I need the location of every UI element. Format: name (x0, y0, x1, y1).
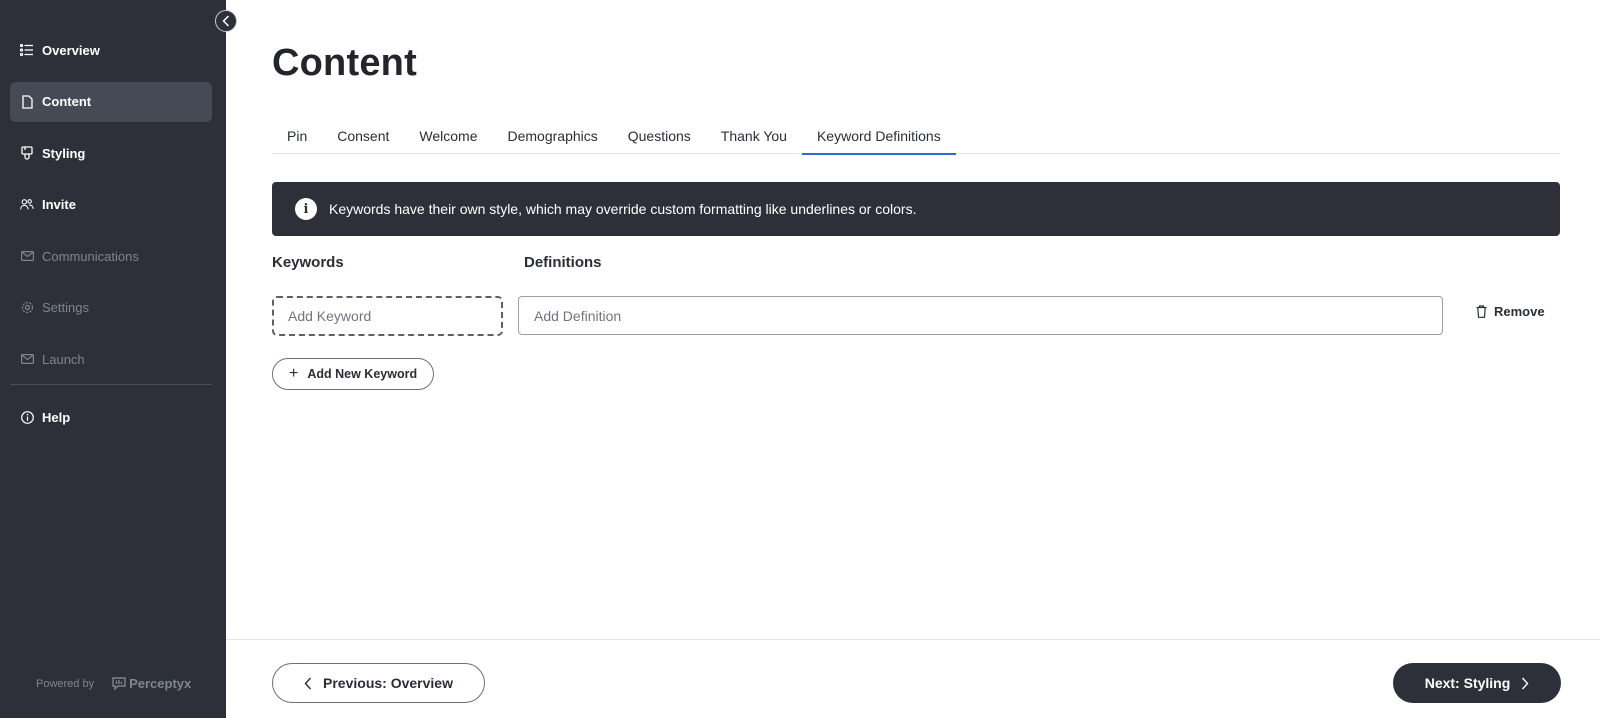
sidebar-item-label: Content (42, 94, 92, 109)
next-button-label: Next: Styling (1424, 675, 1511, 691)
sidebar-item-label: Styling (42, 145, 86, 161)
page-title: Content (272, 42, 417, 84)
keyword-input[interactable] (272, 296, 503, 336)
sidebar-item-styling[interactable]: Styling (10, 133, 212, 173)
brand-logo: Perceptyx (112, 676, 191, 691)
tab-keyword-definitions[interactable]: Keyword Definitions (801, 118, 956, 155)
plus-icon: + (289, 365, 299, 382)
tab-questions[interactable]: Questions (613, 118, 706, 154)
document-icon (20, 94, 34, 109)
sidebar-item-overview[interactable]: Overview (10, 30, 212, 70)
previous-button-label: Previous: Overview (323, 675, 453, 691)
sidebar-item-settings[interactable]: Settings (10, 288, 212, 328)
sidebar-item-communications[interactable]: Communications (10, 236, 212, 276)
trash-icon (1476, 305, 1487, 318)
sidebar-item-content[interactable]: Content (10, 81, 212, 122)
collapse-sidebar-button[interactable] (215, 10, 237, 32)
powered-by: Powered by Perceptyx (36, 676, 191, 691)
sidebar-nav: Overview Content Styling Invite Communic… (10, 30, 212, 391)
tab-welcome[interactable]: Welcome (404, 118, 492, 154)
sidebar-item-label: Communications (42, 248, 139, 264)
content-tabs: Pin Consent Welcome Demographics Questio… (272, 118, 1560, 155)
sidebar-item-label: Settings (42, 300, 89, 315)
mail-icon (20, 352, 34, 366)
powered-by-text: Powered by (36, 677, 95, 690)
sidebar-item-invite[interactable]: Invite (10, 185, 212, 225)
tab-thank-you[interactable]: Thank You (706, 118, 802, 154)
info-circle-icon (20, 410, 34, 424)
info-banner: i Keywords have their own style, which m… (272, 182, 1560, 236)
chevron-left-icon (222, 15, 230, 27)
sidebar-item-help[interactable]: Help (10, 397, 212, 437)
info-banner-text: Keywords have their own style, which may… (329, 201, 917, 217)
chevron-right-icon (1522, 677, 1529, 689)
mail-icon (20, 249, 34, 263)
tab-pin[interactable]: Pin (272, 118, 322, 154)
remove-label: Remove (1494, 304, 1545, 319)
perceptyx-logo-icon (112, 677, 126, 690)
sidebar: Overview Content Styling Invite Communic… (0, 0, 226, 718)
previous-button[interactable]: Previous: Overview (272, 663, 485, 703)
sidebar-item-label: Overview (42, 42, 100, 58)
users-icon (20, 198, 34, 212)
add-new-keyword-button[interactable]: + Add New Keyword (272, 358, 435, 390)
gear-icon (20, 301, 34, 315)
add-new-keyword-label: Add New Keyword (307, 367, 418, 381)
sidebar-item-label: Launch (42, 351, 85, 367)
sidebar-divider (10, 384, 212, 385)
main-content: Content Pin Consent Welcome Demographics… (226, 0, 1600, 718)
definitions-column-header: Definitions (524, 254, 602, 271)
list-icon (20, 43, 34, 57)
next-button[interactable]: Next: Styling (1393, 663, 1561, 703)
info-icon: i (295, 198, 317, 220)
sidebar-item-launch[interactable]: Launch (10, 339, 212, 379)
sidebar-item-label: Help (42, 409, 71, 425)
remove-button[interactable]: Remove (1476, 304, 1545, 319)
definition-input[interactable] (518, 296, 1443, 335)
tab-consent[interactable]: Consent (322, 118, 404, 154)
keywords-column-header: Keywords (272, 254, 344, 271)
footer-bar: Previous: Overview Next: Styling (226, 639, 1600, 718)
tab-demographics[interactable]: Demographics (492, 118, 612, 154)
chevron-left-icon (304, 677, 312, 689)
brand-name: Perceptyx (129, 676, 192, 691)
brush-icon (20, 146, 34, 160)
sidebar-item-label: Invite (42, 197, 76, 212)
